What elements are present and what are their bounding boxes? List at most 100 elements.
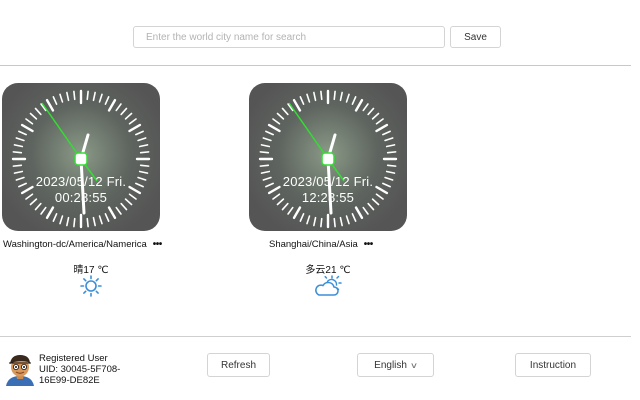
- clock-tick: [92, 216, 96, 227]
- clock-tick: [333, 217, 336, 228]
- clock-tick: [98, 93, 103, 103]
- clock-tick: [292, 206, 302, 220]
- clock-tick: [260, 144, 271, 148]
- clock-tick: [107, 98, 117, 112]
- clock-tick: [299, 96, 305, 105]
- clock-tick: [66, 91, 70, 102]
- avatar: [4, 352, 36, 386]
- sun-icon: [80, 275, 102, 302]
- clock-tick: [66, 216, 70, 227]
- clock-tick: [281, 107, 289, 116]
- clock-tick: [104, 96, 110, 105]
- language-label: English: [374, 359, 407, 371]
- clock-tick: [20, 123, 34, 133]
- clock-tick: [45, 98, 55, 112]
- clock-tick: [385, 170, 396, 174]
- clock-tick: [320, 90, 323, 101]
- clock-tick: [128, 123, 142, 133]
- clock-tick: [375, 118, 384, 125]
- clock-tick: [52, 213, 58, 222]
- clock-tick: [15, 137, 25, 142]
- user-status: Registered User: [39, 353, 108, 364]
- clock-tick: [73, 217, 76, 228]
- clock-center-pin: [74, 152, 88, 166]
- clock-tick: [128, 118, 137, 125]
- clock-tick: [138, 144, 149, 148]
- weather-text: 多云21 ℃: [305, 265, 351, 276]
- more-options-icon[interactable]: •••: [364, 239, 374, 250]
- top-divider: [0, 65, 631, 66]
- clock-tick: [306, 93, 311, 103]
- clock-tick: [259, 151, 270, 154]
- clock-tick: [265, 130, 274, 136]
- clock-tick: [362, 103, 369, 112]
- clock-tick: [98, 215, 103, 225]
- clock-tick: [386, 151, 397, 154]
- clock-tick: [40, 206, 47, 215]
- save-button[interactable]: Save: [450, 26, 501, 48]
- user-info: Registered User UID: 30045-5F708- 16E99-…: [39, 353, 139, 386]
- clock-tick: [272, 118, 281, 125]
- clock-tick: [267, 123, 281, 133]
- clock-tick: [345, 93, 350, 103]
- city-label-row: Washington-dc/America/Namerica •••: [3, 239, 162, 250]
- city-name: Shanghai/China/Asia: [269, 239, 358, 250]
- clock-tick: [12, 151, 23, 154]
- clock-tick: [86, 217, 89, 228]
- clock-tick: [137, 137, 147, 142]
- analog-clock-dial: [258, 89, 398, 229]
- search-bar: Save: [0, 0, 640, 66]
- clock-tick: [362, 206, 369, 215]
- clock-tick: [384, 137, 394, 142]
- clock-tick: [115, 206, 122, 215]
- clock-tick: [12, 164, 23, 167]
- analog-clock-dial: [11, 89, 151, 229]
- clock-tick: [139, 164, 150, 167]
- clock-tick: [385, 144, 396, 148]
- clock-date: 2023/05/12 Fri.: [35, 174, 127, 189]
- clock-tick: [351, 96, 357, 105]
- clock-tick: [260, 170, 271, 174]
- instruction-button[interactable]: Instruction: [515, 353, 591, 377]
- city-search-input[interactable]: [133, 26, 445, 48]
- clock-tick: [299, 213, 305, 222]
- world-clock-page: Save 2023/05/12 Fri. 00:28:55 Washington…: [0, 0, 640, 400]
- bottom-divider: [0, 336, 631, 337]
- clock-card-washington: 2023/05/12 Fri. 00:28:55 Washington-dc/A…: [0, 83, 162, 297]
- second-hand: [288, 102, 329, 160]
- clock-tick: [333, 90, 336, 101]
- clock-tick: [59, 93, 64, 103]
- clock-tick: [371, 112, 380, 120]
- clock-time: 00:28:55: [54, 190, 108, 205]
- clock-tick: [339, 91, 343, 102]
- more-options-icon[interactable]: •••: [153, 239, 163, 250]
- clock-tick: [262, 137, 272, 142]
- clock-tick: [73, 90, 76, 101]
- clock-tick: [92, 91, 96, 102]
- clock-tick: [52, 96, 58, 105]
- clock-date: 2023/05/12 Fri.: [282, 174, 374, 189]
- clock-card-shanghai: 2023/05/12 Fri. 12:28:55 Shanghai/China/…: [247, 83, 409, 296]
- clock-tick: [135, 130, 144, 136]
- clock-tick: [339, 216, 343, 227]
- clock-tick: [354, 206, 364, 220]
- clock-tick: [259, 164, 270, 167]
- clock-tick: [351, 213, 357, 222]
- clock-tick: [139, 151, 150, 154]
- refresh-button[interactable]: Refresh: [207, 353, 270, 377]
- clock-tick: [86, 90, 89, 101]
- chevron-down-icon: ∨: [409, 360, 418, 370]
- clock-tick: [18, 130, 27, 136]
- user-uid: UID: 30045-5F708-: [39, 364, 121, 375]
- city-label-row: Shanghai/China/Asia •••: [269, 239, 373, 250]
- clock-tick: [120, 107, 128, 116]
- city-name: Washington-dc/America/Namerica: [3, 239, 147, 250]
- clock-tick: [313, 91, 317, 102]
- clock-tick: [59, 215, 64, 225]
- clock-tick: [34, 107, 42, 116]
- clock-tick: [45, 206, 55, 220]
- clock-tick: [287, 206, 294, 215]
- clock-tick: [313, 216, 317, 227]
- language-select[interactable]: English ∨: [357, 353, 434, 377]
- clock-tick: [382, 130, 391, 136]
